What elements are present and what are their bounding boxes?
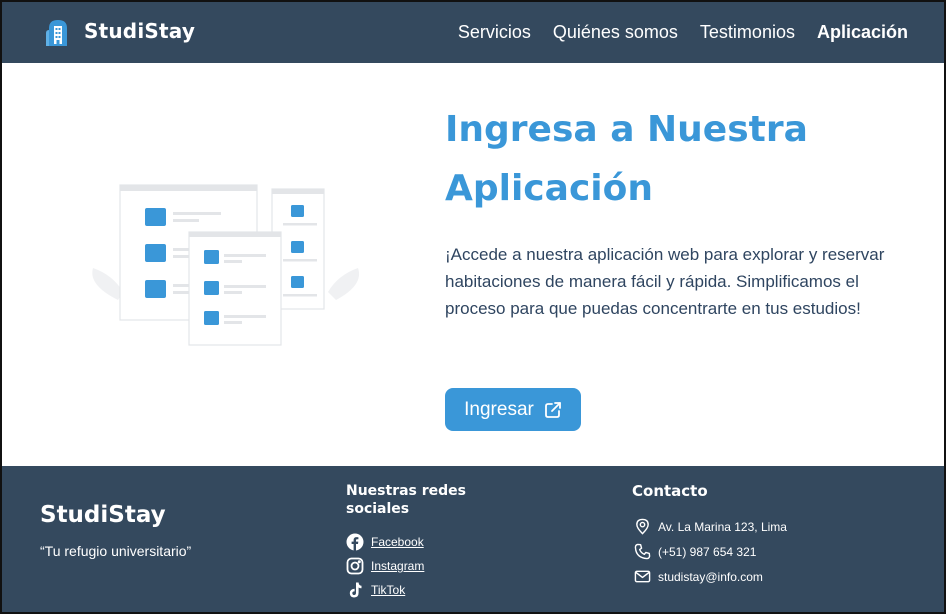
app-windows-illustration bbox=[92, 184, 360, 346]
site-footer: StudiStay “Tu refugio universitario” Nue… bbox=[2, 466, 944, 612]
ingresar-button-label: Ingresar bbox=[464, 398, 534, 420]
tiktok-icon bbox=[349, 582, 362, 598]
social-links: Facebook Instagram TikTok bbox=[346, 530, 424, 602]
nav-item-aplicacion[interactable]: Aplicación bbox=[817, 22, 908, 43]
hero-title-line-2: Aplicación bbox=[445, 168, 653, 209]
contact-email: studistay@info.com bbox=[634, 564, 787, 589]
contact-phone: (+51) 987 654 321 bbox=[634, 539, 787, 564]
external-link-icon bbox=[544, 401, 561, 418]
contact-phone-text: (+51) 987 654 321 bbox=[658, 544, 757, 559]
social-section-title: Nuestras redes sociales bbox=[346, 483, 467, 517]
top-navbar: StudiStay Servicios Quiénes somos Testim… bbox=[2, 2, 944, 63]
building-logo-icon[interactable] bbox=[46, 19, 70, 46]
mail-icon bbox=[634, 570, 651, 583]
instagram-icon bbox=[346, 557, 364, 575]
contact-email-text: studistay@info.com bbox=[658, 569, 763, 584]
footer-brand: StudiStay bbox=[40, 502, 166, 528]
brand-name[interactable]: StudiStay bbox=[84, 19, 195, 43]
nav-item-quienes-somos[interactable]: Quiénes somos bbox=[553, 22, 678, 43]
contact-address-text: Av. La Marina 123, Lima bbox=[658, 519, 787, 534]
facebook-icon bbox=[346, 533, 364, 551]
facebook-link-label: Facebook bbox=[371, 535, 424, 549]
nav-item-servicios[interactable]: Servicios bbox=[458, 22, 531, 43]
hero-title: Ingresa a Nuestra Aplicación bbox=[445, 100, 865, 218]
contact-list: Av. La Marina 123, Lima (+51) 987 654 32… bbox=[634, 514, 787, 589]
contact-address: Av. La Marina 123, Lima bbox=[634, 514, 787, 539]
phone-icon bbox=[634, 543, 651, 560]
instagram-link-label: Instagram bbox=[371, 559, 425, 573]
location-pin-icon bbox=[636, 518, 649, 535]
page-frame: StudiStay Servicios Quiénes somos Testim… bbox=[0, 0, 946, 614]
contact-section-title: Contacto bbox=[632, 482, 708, 500]
footer-tagline: “Tu refugio universitario” bbox=[40, 543, 192, 559]
hero-title-line-1: Ingresa a Nuestra bbox=[445, 109, 808, 150]
instagram-link[interactable]: Instagram bbox=[346, 554, 424, 578]
nav-item-testimonios[interactable]: Testimonios bbox=[700, 22, 795, 43]
tiktok-link[interactable]: TikTok bbox=[346, 578, 424, 602]
facebook-link[interactable]: Facebook bbox=[346, 530, 424, 554]
hero-description: ¡Accede a nuestra aplicación web para ex… bbox=[445, 245, 885, 318]
tiktok-link-label: TikTok bbox=[371, 583, 406, 597]
main-nav: Servicios Quiénes somos Testimonios Apli… bbox=[458, 22, 908, 43]
ingresar-button[interactable]: Ingresar bbox=[445, 388, 581, 431]
